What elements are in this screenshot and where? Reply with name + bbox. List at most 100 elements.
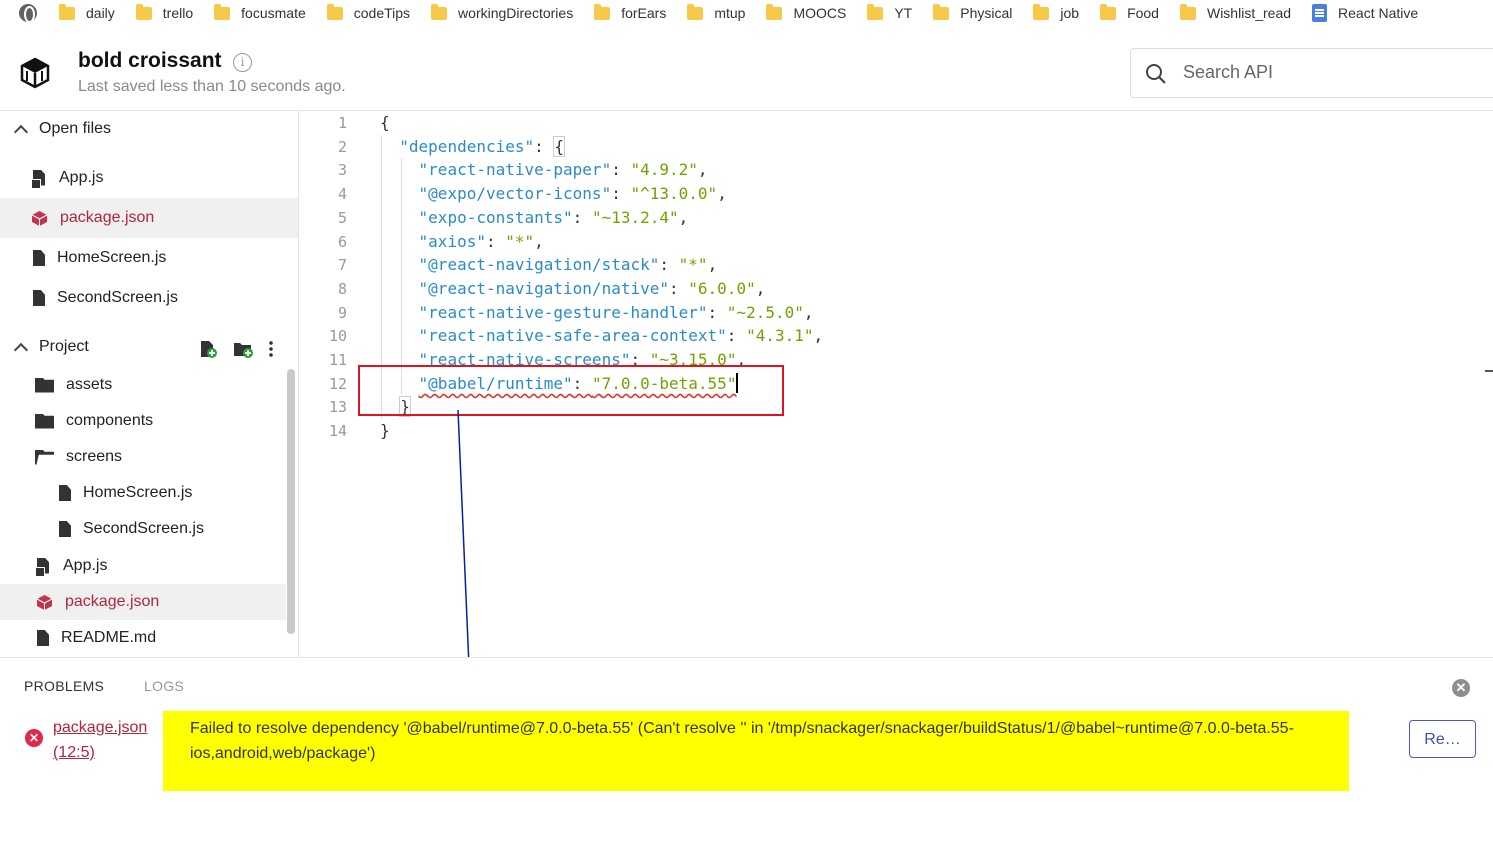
folder-icon bbox=[933, 3, 950, 20]
code-line-10: "react-native-safe-area-context": "4.3.1… bbox=[418, 326, 824, 346]
new-file-icon[interactable] bbox=[199, 340, 217, 358]
line-number: 4 bbox=[337, 185, 347, 204]
project-title[interactable]: bold croissant bbox=[78, 49, 222, 73]
search-icon bbox=[1146, 64, 1166, 84]
bookmark-food[interactable]: Food bbox=[1100, 3, 1159, 21]
project-folder-screens[interactable]: screens bbox=[0, 439, 286, 475]
problems-panel: PROBLEMS LOGS ✕ ✕ package.json (12:5) Fa… bbox=[0, 657, 1493, 857]
folder-icon bbox=[431, 3, 448, 20]
code-line-5: "expo-constants": "~13.2.4", bbox=[418, 207, 689, 227]
search-api-input[interactable] bbox=[1181, 61, 1481, 84]
bookmark-job[interactable]: job bbox=[1033, 3, 1079, 21]
app-header: bold croissant i Last saved less than 10… bbox=[0, 36, 1493, 111]
project-file-app-js[interactable]: App.js bbox=[0, 548, 286, 584]
bookmark-physical[interactable]: Physical bbox=[933, 3, 1012, 21]
bookmark-moocs[interactable]: MOOCS bbox=[766, 3, 846, 21]
folder-open-icon bbox=[35, 449, 54, 465]
open-file-homescreen-js[interactable]: HomeScreen.js bbox=[0, 238, 298, 278]
info-icon[interactable]: i bbox=[233, 53, 252, 72]
js-file-icon bbox=[31, 170, 47, 189]
more-options-icon[interactable] bbox=[269, 340, 273, 358]
search-api-box[interactable] bbox=[1130, 48, 1493, 98]
line-number: 1 bbox=[337, 114, 347, 132]
error-file[interactable]: package.json bbox=[53, 715, 147, 740]
snack-logo-icon[interactable] bbox=[18, 56, 52, 90]
folder-icon bbox=[35, 413, 54, 429]
folder-icon bbox=[214, 3, 231, 20]
line-number: 8 bbox=[337, 279, 347, 298]
bookmark-daily[interactable]: daily bbox=[59, 3, 115, 21]
folder-icon bbox=[35, 377, 54, 393]
bookmark-react-native[interactable]: React Native bbox=[1312, 4, 1418, 22]
bookmark-workingdirectories[interactable]: workingDirectories bbox=[431, 3, 573, 21]
error-location-link[interactable]: package.json (12:5) bbox=[53, 715, 147, 765]
new-folder-icon[interactable] bbox=[233, 340, 253, 358]
sidebar-scrollbar[interactable] bbox=[287, 369, 295, 634]
file-sidebar: Open files App.js package.json HomeScree… bbox=[0, 111, 299, 657]
code-line-7: "@react-navigation/stack": "*", bbox=[418, 255, 718, 275]
line-number: 12 bbox=[328, 374, 347, 393]
folder-icon bbox=[326, 3, 343, 20]
folder-icon bbox=[867, 3, 884, 20]
error-message: Failed to resolve dependency '@babel/run… bbox=[163, 711, 1349, 791]
bookmarks-bar: daily trello focusmate codeTips workingD… bbox=[0, 0, 1493, 26]
line-number: 3 bbox=[337, 161, 347, 180]
file-icon bbox=[33, 290, 45, 306]
open-file-app-js[interactable]: App.js bbox=[0, 158, 298, 198]
project-file-homescreen-js[interactable]: HomeScreen.js bbox=[0, 475, 286, 511]
bookmark-codetips[interactable]: codeTips bbox=[326, 3, 410, 21]
globe-icon[interactable] bbox=[19, 4, 37, 23]
folder-icon bbox=[135, 3, 152, 20]
annotation-highlight-box bbox=[358, 365, 784, 416]
project-folder-components[interactable]: components bbox=[0, 403, 286, 439]
project-file-readme-md[interactable]: README.md bbox=[0, 620, 286, 656]
line-number: 14 bbox=[328, 422, 347, 441]
close-panel-icon[interactable]: ✕ bbox=[1452, 679, 1470, 697]
project-file-secondscreen-js[interactable]: SecondScreen.js bbox=[0, 511, 286, 547]
line-number: 10 bbox=[328, 327, 347, 346]
bookmark-wishlist-read[interactable]: Wishlist_read bbox=[1179, 3, 1291, 21]
bookmark-forears[interactable]: forEars bbox=[594, 3, 666, 21]
retry-button[interactable]: Re… bbox=[1409, 720, 1476, 758]
package-icon bbox=[31, 210, 48, 226]
code-line-4: "@expo/vector-icons": "^13.0.0", bbox=[418, 184, 727, 204]
tab-problems[interactable]: PROBLEMS bbox=[24, 678, 104, 694]
code-line-14: } bbox=[380, 421, 390, 441]
bookmark-yt[interactable]: YT bbox=[867, 3, 912, 21]
bookmark-focusmate[interactable]: focusmate bbox=[214, 3, 306, 21]
folder-icon bbox=[687, 3, 704, 20]
project-actions bbox=[199, 340, 273, 358]
file-icon bbox=[33, 250, 45, 266]
chevron-up-icon bbox=[13, 342, 29, 358]
code-line-2: "dependencies": { bbox=[399, 135, 566, 157]
line-number: 5 bbox=[337, 208, 347, 227]
save-status: Last saved less than 10 seconds ago. bbox=[78, 78, 346, 95]
doc-icon bbox=[1312, 4, 1328, 22]
code-line-3: "react-native-paper": "4.9.2", bbox=[418, 160, 708, 180]
bookmark-mtup[interactable]: mtup bbox=[687, 3, 745, 21]
line-number: 9 bbox=[337, 303, 347, 322]
code-line-8: "@react-navigation/native": "6.0.0", bbox=[418, 278, 766, 298]
line-number: 6 bbox=[337, 232, 347, 251]
error-icon: ✕ bbox=[25, 729, 43, 747]
tab-logs[interactable]: LOGS bbox=[144, 678, 184, 694]
line-number: 11 bbox=[328, 351, 347, 369]
code-line-6: "axios": "*", bbox=[418, 231, 544, 251]
line-number: 7 bbox=[337, 256, 347, 275]
project-file-package-json[interactable]: package.json bbox=[0, 584, 286, 620]
open-files-header[interactable]: Open files bbox=[0, 114, 111, 144]
error-position[interactable]: (12:5) bbox=[53, 740, 147, 765]
overview-ruler-mark bbox=[1485, 370, 1493, 372]
js-file-icon bbox=[35, 558, 51, 577]
folder-icon bbox=[1033, 3, 1050, 20]
line-number: 13 bbox=[328, 398, 347, 417]
open-file-package-json[interactable]: package.json bbox=[0, 198, 298, 238]
file-icon bbox=[59, 485, 71, 501]
folder-icon bbox=[1179, 3, 1196, 20]
project-folder-assets[interactable]: assets bbox=[0, 367, 286, 403]
folder-icon bbox=[766, 3, 783, 20]
project-header[interactable]: Project bbox=[0, 332, 89, 362]
file-icon bbox=[37, 630, 49, 646]
bookmark-trello[interactable]: trello bbox=[135, 3, 193, 21]
open-file-secondscreen-js[interactable]: SecondScreen.js bbox=[0, 278, 298, 318]
